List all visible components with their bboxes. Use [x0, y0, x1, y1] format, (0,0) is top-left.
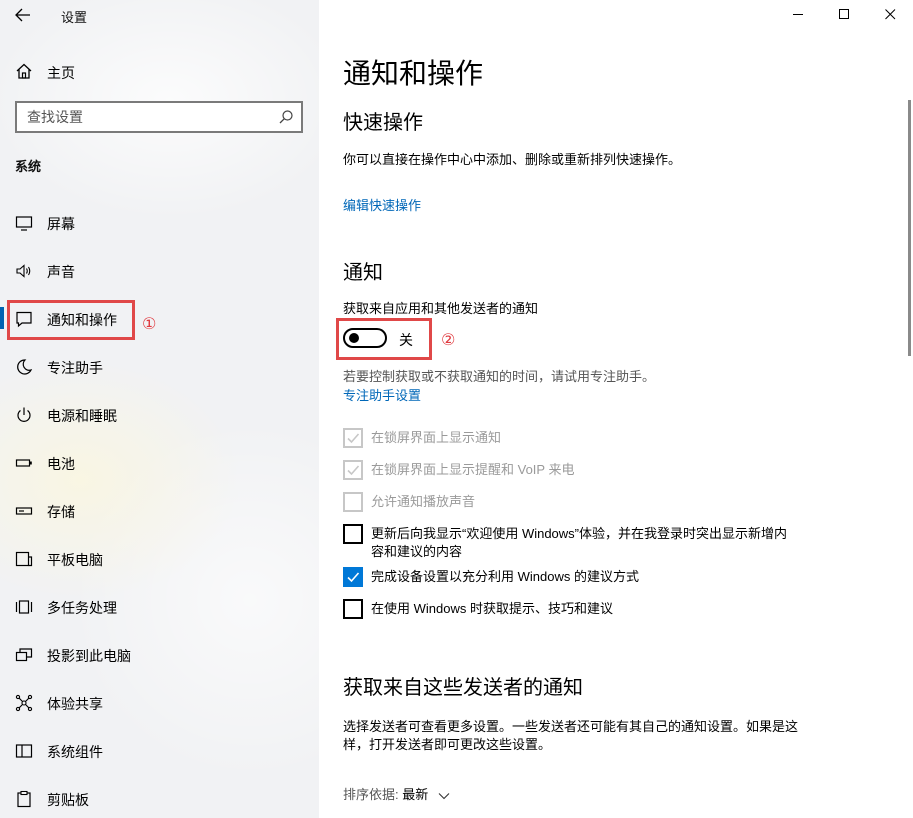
checkbox[interactable]	[343, 599, 363, 619]
senders-heading: 获取来自这些发送者的通知	[343, 677, 583, 699]
sidebar-item-label: 剪贴板	[47, 792, 89, 808]
sidebar-item-label: 电源和睡眠	[47, 408, 117, 424]
annotation-number-1: ①	[142, 316, 157, 333]
active-indicator	[0, 307, 4, 329]
checkmark-icon	[347, 433, 360, 444]
project-icon	[15, 648, 33, 662]
sidebar-item-power[interactable]: 电源和睡眠	[0, 394, 319, 434]
checkbox-label: 在使用 Windows 时获取提示、技巧和建议	[371, 601, 613, 616]
senders-description: 选择发送者可查看更多设置。一些发送者还可能有其自己的通知设置。如果是这样，打开发…	[343, 719, 799, 752]
title-bar: 设置	[0, 0, 319, 30]
focus-assist-settings-link[interactable]: 专注助手设置	[343, 385, 421, 404]
sidebar-item-label: 专注助手	[47, 360, 103, 376]
back-button[interactable]	[10, 4, 38, 26]
search-icon[interactable]	[278, 109, 294, 125]
checkbox-label: 在锁屏界面上显示通知	[371, 430, 502, 445]
checkbox[interactable]	[343, 428, 363, 448]
sort-label: 排序依据:	[343, 787, 399, 802]
share-icon	[15, 694, 33, 712]
multitask-icon	[15, 600, 33, 614]
annotation-number-2: ②	[441, 332, 456, 349]
quick-actions-description: 你可以直接在操作中心中添加、删除或重新排列快速操作。	[343, 152, 682, 167]
sidebar-item-label: 体验共享	[47, 696, 103, 712]
annotation-box-2	[336, 318, 432, 360]
edit-quick-actions-link[interactable]: 编辑快速操作	[343, 195, 421, 214]
sidebar-item-label: 电池	[47, 456, 75, 472]
checkbox[interactable]	[343, 567, 363, 587]
page-title: 通知和操作	[343, 58, 484, 89]
storage-icon	[15, 507, 33, 515]
scrollbar-thumb[interactable]	[908, 100, 911, 356]
close-button[interactable]	[867, 0, 913, 30]
checkbox-label: 在锁屏界面上显示提醒和 VoIP 来电	[371, 462, 575, 477]
sidebar-item-clipboard[interactable]: 剪贴板	[0, 778, 319, 818]
tablet-icon	[15, 551, 33, 567]
checkbox-label: 完成设备设置以充分利用 Windows 的建议方式	[371, 569, 639, 584]
sidebar-item-label: 屏幕	[47, 216, 75, 232]
sidebar-item-shared-experiences[interactable]: 体验共享	[0, 682, 319, 722]
maximize-icon	[839, 9, 849, 19]
close-icon	[885, 9, 896, 20]
clipboard-icon	[17, 790, 31, 808]
minimize-icon	[793, 14, 803, 15]
components-icon	[15, 744, 33, 758]
sidebar-item-label: 投影到此电脑	[47, 648, 131, 664]
sort-value: 最新	[402, 787, 429, 802]
sidebar-item-project[interactable]: 投影到此电脑	[0, 634, 319, 674]
checkbox-label: 更新后向我显示“欢迎使用 Windows”体验，并在我登录时突出显示新增内容和建…	[371, 526, 788, 559]
minimize-button[interactable]	[775, 0, 821, 30]
sidebar-item-storage[interactable]: 存储	[0, 490, 319, 530]
checkbox[interactable]	[343, 492, 363, 512]
sidebar-item-multitasking[interactable]: 多任务处理	[0, 586, 319, 626]
checkmark-icon	[347, 465, 360, 476]
sidebar: 设置 主页 系统 屏幕 声音 通知和操作 专注助手 电源和睡眠	[0, 0, 319, 818]
sidebar-item-label: 平板电脑	[47, 552, 103, 568]
sidebar-item-tablet[interactable]: 平板电脑	[0, 538, 319, 578]
main-panel: 通知和操作 快速操作 你可以直接在操作中心中添加、删除或重新排列快速操作。 编辑…	[319, 0, 913, 818]
sidebar-item-focus-assist[interactable]: 专注助手	[0, 346, 319, 386]
sidebar-item-battery[interactable]: 电池	[0, 442, 319, 482]
notifications-heading: 通知	[343, 262, 383, 284]
focus-assist-hint: 若要控制获取或不获取通知的时间，请试用专注助手。	[343, 369, 656, 384]
sidebar-item-system-components[interactable]: 系统组件	[0, 730, 319, 770]
display-icon	[15, 216, 33, 231]
section-title: 系统	[15, 159, 42, 174]
home-icon	[16, 63, 32, 79]
sort-by-dropdown[interactable]: 排序依据: 最新	[343, 784, 450, 803]
home-nav-item[interactable]: 主页	[0, 54, 319, 88]
power-icon	[17, 407, 31, 422]
speaker-icon	[16, 264, 31, 278]
app-title: 设置	[61, 10, 88, 25]
checkmark-icon	[347, 572, 360, 583]
moon-icon	[17, 359, 33, 375]
sidebar-item-label: 声音	[47, 264, 75, 280]
home-label: 主页	[47, 65, 75, 81]
maximize-button[interactable]	[821, 0, 867, 30]
search-input[interactable]	[17, 103, 257, 131]
checkbox[interactable]	[343, 524, 363, 544]
sidebar-item-display[interactable]: 屏幕	[0, 202, 319, 242]
sidebar-item-label: 系统组件	[47, 744, 103, 760]
checkbox-label: 允许通知播放声音	[371, 494, 476, 509]
sidebar-item-sound[interactable]: 声音	[0, 250, 319, 290]
sidebar-item-label: 存储	[47, 504, 75, 520]
annotation-box-1	[7, 300, 135, 340]
quick-actions-heading: 快速操作	[343, 112, 423, 134]
arrow-left-icon	[15, 8, 30, 22]
sidebar-item-label: 多任务处理	[47, 600, 117, 616]
chevron-down-icon	[438, 792, 450, 799]
checkbox[interactable]	[343, 460, 363, 480]
notifications-toggle-label: 获取来自应用和其他发送者的通知	[343, 301, 539, 316]
search-box[interactable]	[15, 101, 303, 133]
battery-icon	[15, 459, 32, 467]
